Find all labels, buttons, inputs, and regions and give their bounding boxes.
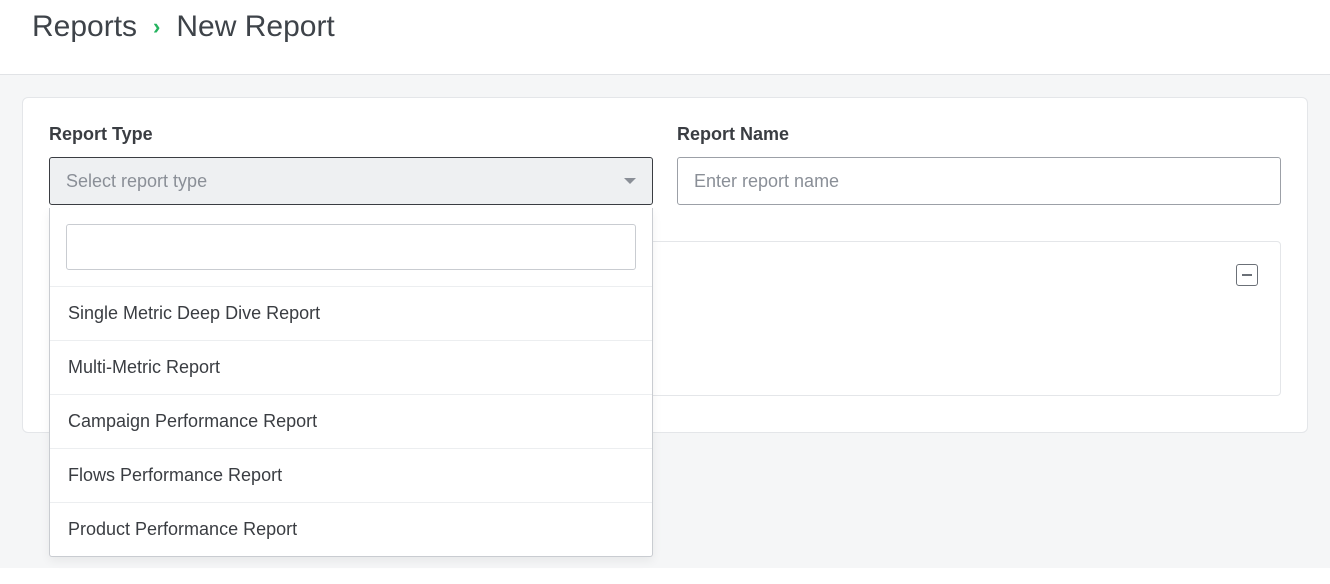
dropdown-item-flows[interactable]: Flows Performance Report xyxy=(50,448,652,502)
dropdown-search-input[interactable] xyxy=(66,224,636,270)
breadcrumb-root[interactable]: Reports xyxy=(32,10,137,44)
report-name-field: Report Name xyxy=(677,124,1281,205)
report-type-dropdown: Single Metric Deep Dive Report Multi-Met… xyxy=(49,208,653,557)
report-type-placeholder: Select report type xyxy=(66,171,207,192)
breadcrumb-current: New Report xyxy=(176,10,334,44)
collapse-button[interactable] xyxy=(1236,264,1258,286)
report-type-select[interactable]: Select report type xyxy=(49,157,653,205)
dropdown-search-wrap xyxy=(50,208,652,286)
caret-down-icon xyxy=(624,178,636,184)
minus-icon xyxy=(1242,274,1252,276)
form-row: Report Type Select report type Single Me… xyxy=(49,124,1281,205)
report-name-input[interactable] xyxy=(677,157,1281,205)
report-name-label: Report Name xyxy=(677,124,1281,145)
dropdown-item-multi-metric[interactable]: Multi-Metric Report xyxy=(50,340,652,394)
dropdown-list: Single Metric Deep Dive Report Multi-Met… xyxy=(50,286,652,556)
report-type-field: Report Type Select report type Single Me… xyxy=(49,124,653,205)
dropdown-item-single-metric[interactable]: Single Metric Deep Dive Report xyxy=(50,286,652,340)
chevron-right-icon: › xyxy=(153,14,160,40)
report-form-card: Report Type Select report type Single Me… xyxy=(22,97,1308,433)
dropdown-item-product[interactable]: Product Performance Report xyxy=(50,502,652,556)
page-header: Reports › New Report xyxy=(0,0,1330,74)
dropdown-item-campaign[interactable]: Campaign Performance Report xyxy=(50,394,652,448)
report-type-label: Report Type xyxy=(49,124,653,145)
breadcrumb: Reports › New Report xyxy=(32,10,1298,44)
page-body: Report Type Select report type Single Me… xyxy=(0,74,1330,568)
